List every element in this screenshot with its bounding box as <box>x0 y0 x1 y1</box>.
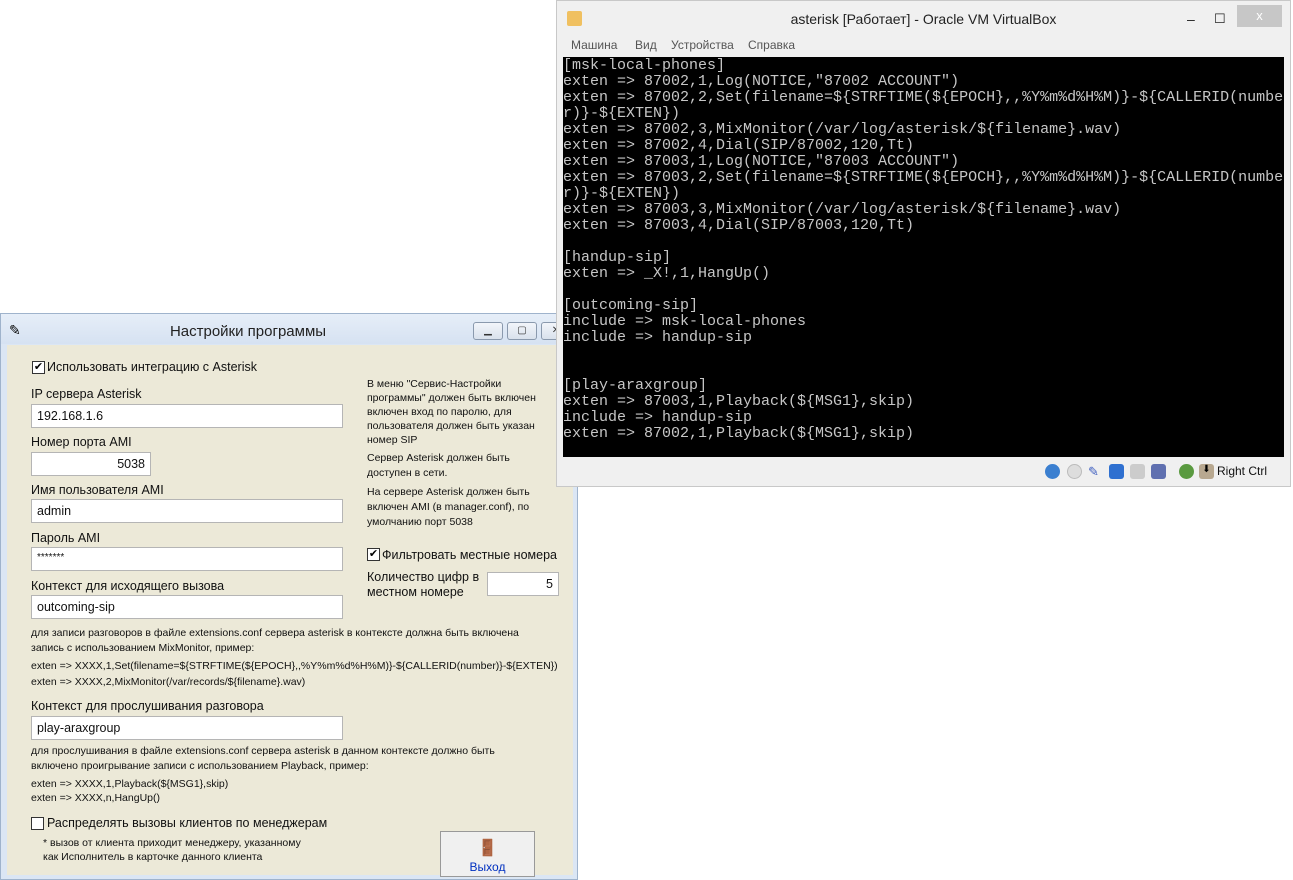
settings-window: ✎ Настройки программы ▁ ▢ ✕ ✔ Использова… <box>0 313 578 880</box>
digits-label: Количество цифр в местном номере <box>367 570 480 599</box>
port-input[interactable]: 5038 <box>31 452 151 476</box>
console-line: [handup-sip] <box>563 249 672 266</box>
exit-label: Выход <box>469 860 506 874</box>
use-asterisk-label: Использовать интеграцию с Asterisk <box>47 360 257 374</box>
console-line: r)}-${EXTEN}) <box>563 185 681 202</box>
video-capture-icon[interactable] <box>1151 464 1166 479</box>
shared-folders-icon[interactable] <box>1130 464 1145 479</box>
console-line: exten => 87003,2,Set(filename=${STRFTIME… <box>563 169 1284 186</box>
console-line: include => handup-sip <box>563 329 753 346</box>
filter-checkbox[interactable]: ✔ <box>367 548 380 561</box>
window-title: Настройки программы <box>169 323 327 340</box>
menu-machine[interactable]: Машина <box>571 38 617 52</box>
exit-button[interactable]: 🚪 Выход <box>440 831 535 877</box>
console-line: exten => 87002,1,Log(NOTICE,"87002 ACCOU… <box>563 73 960 90</box>
outgoing-context-label: Контекст для исходящего вызова <box>31 579 225 593</box>
ip-input[interactable]: 192.168.1.6 <box>31 404 343 428</box>
vbox-title: asterisk [Работает] - Oracle VM VirtualB… <box>790 11 1057 27</box>
keyboard-capture-icon[interactable]: ⬇ <box>1199 464 1214 479</box>
playback-example: exten => XXXX,1,Playback(${MSG1},skip) ex… <box>31 778 229 804</box>
vm-console[interactable]: [msk-local-phones] exten => 87002,1,Log(N… <box>563 57 1284 457</box>
console-line: exten => 87003,4,Dial(SIP/87003,120,Tt) <box>563 217 915 234</box>
distribute-label: Распределять вызовы клиентов по менеджер… <box>47 816 328 830</box>
distribute-note: * вызов от клиента приходит менеджеру, у… <box>43 837 301 863</box>
vbox-menu-bar: Машина Вид Устройства Справка <box>557 34 1290 56</box>
hard-disk-icon[interactable] <box>1045 464 1060 479</box>
port-label: Номер порта AMI <box>31 435 132 449</box>
record-example: exten => XXXX,1,Set(filename=${STRFTIME(… <box>31 660 558 688</box>
user-label: Имя пользователя AMI <box>31 483 164 497</box>
minimize-button[interactable]: – <box>1187 1 1195 37</box>
host-key-label: Right Ctrl <box>1217 464 1268 478</box>
settings-body: ✔ Использовать интеграцию с Asterisk IP … <box>7 345 573 877</box>
virtualbox-icon <box>567 11 582 26</box>
console-line: [outcoming-sip] <box>563 297 699 314</box>
playback-context-input[interactable]: play-araxgroup <box>31 716 343 740</box>
console-line: exten => 87002,1,Playback(${MSG1},skip) <box>563 425 915 442</box>
virtualbox-window: asterisk [Работает] - Oracle VM VirtualB… <box>556 0 1291 487</box>
console-line: include => handup-sip <box>563 409 753 426</box>
record-note: для записи разговоров в файле extensions… <box>31 627 519 654</box>
menu-devices[interactable]: Устройства <box>671 38 734 52</box>
vbox-title-bar[interactable]: asterisk [Работает] - Oracle VM VirtualB… <box>557 1 1290 34</box>
console-line: r)}-${EXTEN}) <box>563 105 681 122</box>
playback-context-label: Контекст для прослушивания разговора <box>31 699 264 713</box>
maximize-button[interactable]: ▢ <box>507 322 537 340</box>
console-line: exten => 87003,1,Log(NOTICE,"87003 ACCOU… <box>563 153 960 170</box>
settings-title-bar[interactable]: ✎ Настройки программы ▁ ▢ ✕ <box>1 314 577 344</box>
outgoing-context-input[interactable]: outcoming-sip <box>31 595 343 619</box>
console-line: [play-araxgroup] <box>563 377 708 394</box>
console-line: exten => 87002,4,Dial(SIP/87002,120,Tt) <box>563 137 915 154</box>
user-input[interactable]: admin <box>31 499 343 523</box>
mouse-integration-icon[interactable] <box>1179 464 1194 479</box>
console-line: exten => _X!,1,HangUp() <box>563 265 771 282</box>
playback-note: для прослушивания в файле extensions.con… <box>31 745 495 772</box>
minimize-button[interactable]: ▁ <box>473 322 503 340</box>
filter-label: Фильтровать местные номера <box>382 548 557 562</box>
console-line: include => msk-local-phones <box>563 313 807 330</box>
close-button[interactable]: x <box>1237 5 1282 27</box>
use-asterisk-checkbox[interactable]: ✔ <box>32 361 45 374</box>
console-line: exten => 87003,3,MixMonitor(/var/log/ast… <box>563 201 1122 218</box>
menu-view[interactable]: Вид <box>635 38 657 52</box>
network-icon[interactable] <box>1109 464 1124 479</box>
password-input[interactable]: ******* <box>31 547 343 571</box>
digits-input[interactable]: 5 <box>487 572 559 596</box>
optical-disk-icon[interactable] <box>1067 464 1082 479</box>
password-label: Пароль AMI <box>31 531 101 545</box>
exit-door-icon: 🚪 <box>477 840 498 857</box>
distribute-checkbox[interactable] <box>31 817 44 830</box>
console-line: exten => 87003,1,Playback(${MSG1},skip) <box>563 393 915 410</box>
vbox-status-bar: ✎ ⬇ Right Ctrl <box>557 459 1290 484</box>
ip-label: IP сервера Asterisk <box>31 387 142 401</box>
maximize-button[interactable]: ☐ <box>1214 1 1226 37</box>
console-line: exten => 87002,2,Set(filename=${STRFTIME… <box>563 89 1284 106</box>
usb-icon[interactable]: ✎ <box>1088 464 1103 479</box>
menu-help[interactable]: Справка <box>748 38 795 52</box>
info-network: Сервер Asterisk должен быть доступен в се… <box>367 452 510 479</box>
info-ami: На сервере Asterisk должен быть включен A… <box>367 486 530 528</box>
console-line: exten => 87002,3,MixMonitor(/var/log/ast… <box>563 121 1122 138</box>
console-line: [msk-local-phones] <box>563 57 726 74</box>
info-login: В меню "Сервис-Настройки программы" долже… <box>367 378 536 446</box>
